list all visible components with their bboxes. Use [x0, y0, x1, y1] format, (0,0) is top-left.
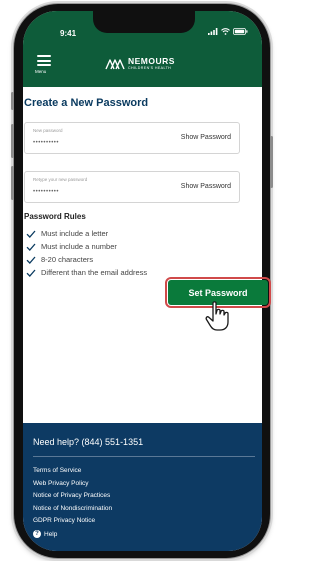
rule-text: Different than the email address	[41, 268, 148, 277]
new-password-label: New password	[33, 128, 63, 133]
footer-clip: Need help? (844) 551-1351 Terms of Servi…	[23, 423, 262, 551]
status-icons	[208, 28, 248, 35]
help-button[interactable]: ? Help	[33, 530, 57, 538]
rule-item: 8-20 characters	[26, 255, 93, 264]
web-privacy-policy-link[interactable]: Web Privacy Policy	[33, 478, 112, 491]
new-password-value[interactable]: ••••••••••	[33, 140, 59, 146]
page-title: Create a New Password	[24, 97, 149, 109]
mute-switch	[11, 92, 14, 110]
volume-down-button	[11, 166, 14, 200]
show-new-password-button[interactable]: Show Password	[181, 134, 231, 141]
power-button	[270, 136, 273, 188]
footer-links: Terms of Service Web Privacy Policy Noti…	[33, 465, 112, 528]
notch	[93, 11, 195, 33]
status-time: 9:41	[60, 29, 77, 38]
nemours-logo[interactable]: NEMOURS CHILDREN'S HEALTH	[105, 57, 175, 71]
nondiscrimination-link[interactable]: Notice of Nondiscrimination	[33, 503, 112, 516]
footer-divider	[33, 456, 255, 457]
footer: Need help? (844) 551-1351 Terms of Servi…	[23, 423, 262, 551]
check-icon	[26, 230, 36, 238]
new-password-field[interactable]: New password •••••••••• Show Password	[24, 122, 240, 154]
retype-password-label: Retype your new password	[33, 177, 88, 182]
check-icon	[26, 269, 36, 277]
rule-item: Different than the email address	[26, 268, 147, 277]
logo-mark-icon	[105, 59, 125, 70]
retype-password-value[interactable]: ••••••••••	[33, 189, 59, 195]
signal-icon	[208, 28, 218, 35]
rule-text: 8-20 characters	[41, 255, 94, 264]
check-icon	[26, 243, 36, 251]
rule-text: Must include a number	[41, 242, 117, 251]
help-phone[interactable]: Need help? (844) 551-1351	[33, 437, 143, 447]
wifi-icon	[221, 28, 230, 35]
battery-icon	[233, 28, 248, 35]
check-icon	[26, 256, 36, 264]
terms-of-service-link[interactable]: Terms of Service	[33, 465, 112, 478]
menu-icon[interactable]	[37, 55, 51, 69]
password-rules-title: Password Rules	[24, 212, 86, 221]
app-header: 9:41 Menu NEMOURS CHILDREN'S HEALTH	[23, 11, 262, 87]
help-label[interactable]: Help	[44, 531, 57, 538]
show-retype-password-button[interactable]: Show Password	[181, 183, 231, 190]
pointer-hand-icon	[205, 301, 229, 331]
menu-label[interactable]: Menu	[35, 69, 46, 74]
rule-item: Must include a number	[26, 242, 117, 251]
logo-name: NEMOURS	[128, 56, 175, 67]
privacy-practices-link[interactable]: Notice of Privacy Practices	[33, 490, 112, 503]
rule-item: Must include a letter	[26, 229, 108, 238]
gdpr-privacy-link[interactable]: GDPR Privacy Notice	[33, 515, 112, 528]
retype-password-field[interactable]: Retype your new password •••••••••• Show…	[24, 171, 240, 203]
question-icon: ?	[33, 530, 41, 538]
volume-up-button	[11, 124, 14, 158]
logo-subtitle: CHILDREN'S HEALTH	[128, 65, 172, 70]
rule-text: Must include a letter	[41, 229, 109, 238]
